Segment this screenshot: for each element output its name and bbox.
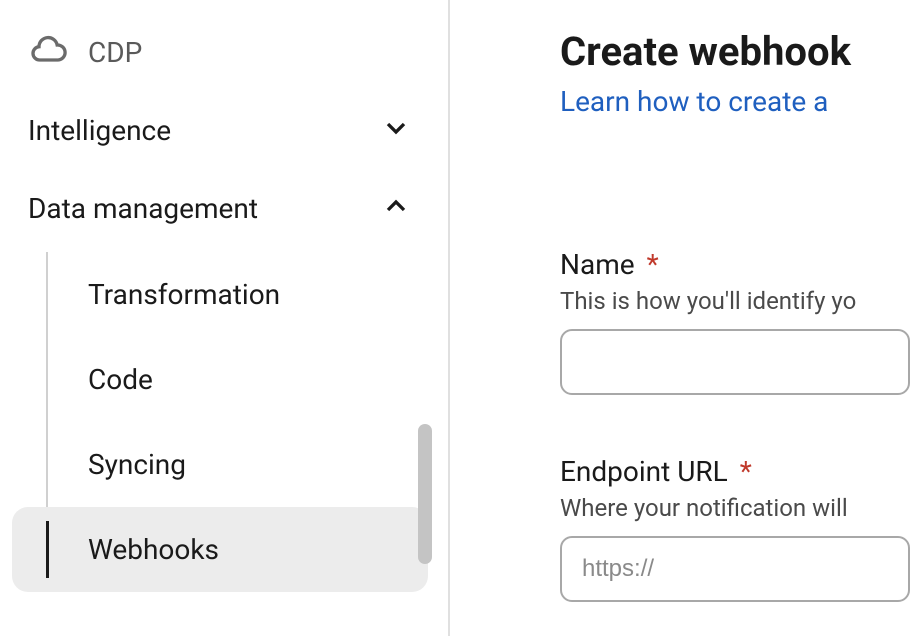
sidebar: CDP Intelligence Data management Transfo…	[0, 0, 440, 636]
field-endpoint: Endpoint URL * Where your notification w…	[560, 455, 910, 602]
main-content: Create webhook Learn how to create a Nam…	[560, 28, 910, 602]
learn-link[interactable]: Learn how to create a	[560, 85, 828, 118]
sidebar-item-label: Transformation	[88, 278, 280, 311]
field-help-name: This is how you'll identify yo	[560, 287, 910, 315]
chevron-down-icon	[380, 112, 412, 148]
field-help-endpoint: Where your notification will	[560, 494, 910, 522]
sidebar-item-label: Code	[88, 363, 153, 396]
sidebar-item-cdp[interactable]: CDP	[0, 20, 440, 84]
sidebar-item-label: CDP	[88, 36, 142, 69]
content-divider	[448, 0, 450, 636]
endpoint-url-input[interactable]	[560, 536, 910, 602]
chevron-up-icon	[380, 190, 412, 226]
required-asterisk: *	[740, 455, 752, 488]
page-title: Create webhook	[560, 28, 910, 75]
field-label-name: Name	[560, 248, 635, 281]
scrollbar[interactable]	[418, 0, 432, 636]
required-asterisk: *	[647, 248, 659, 281]
sidebar-item-webhooks[interactable]: Webhooks	[12, 507, 428, 592]
sidebar-section-label: Data management	[28, 192, 258, 225]
sidebar-item-syncing[interactable]: Syncing	[0, 422, 440, 507]
sidebar-item-code[interactable]: Code	[0, 337, 440, 422]
scrollbar-thumb[interactable]	[418, 424, 432, 564]
sidebar-section-intelligence[interactable]: Intelligence	[0, 84, 440, 162]
sidebar-section-label: Intelligence	[28, 114, 171, 147]
sidebar-item-label: Webhooks	[88, 533, 219, 566]
field-label-endpoint: Endpoint URL	[560, 455, 728, 488]
submenu-data-management: Transformation Code Syncing Webhooks	[0, 252, 440, 592]
cloud-icon	[28, 30, 68, 74]
field-name: Name * This is how you'll identify yo	[560, 248, 910, 395]
sidebar-item-transformation[interactable]: Transformation	[0, 252, 440, 337]
sidebar-section-data-management[interactable]: Data management	[0, 162, 440, 240]
name-input[interactable]	[560, 329, 910, 395]
sidebar-item-label: Syncing	[88, 448, 186, 481]
